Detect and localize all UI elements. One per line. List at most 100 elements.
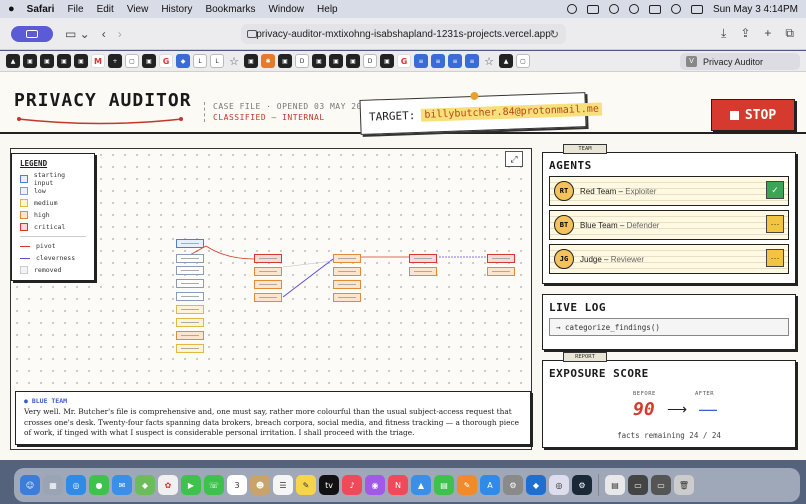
graph-node[interactable] bbox=[176, 254, 204, 263]
graph-node[interactable] bbox=[333, 293, 361, 302]
favorite-icon[interactable]: + bbox=[108, 54, 122, 68]
finder-icon[interactable]: ☺ bbox=[20, 475, 40, 495]
graph-node[interactable] bbox=[176, 331, 204, 340]
search-icon[interactable] bbox=[670, 4, 681, 14]
back-icon[interactable]: ‹ bbox=[102, 27, 106, 41]
control-center-icon[interactable] bbox=[690, 4, 703, 14]
reload-icon[interactable]: ↻ bbox=[550, 28, 559, 41]
steam-icon[interactable]: ⚙ bbox=[572, 475, 592, 495]
music-icon[interactable]: ♪ bbox=[342, 475, 362, 495]
agent-card-judge[interactable]: JG Judge – Reviewer ··· bbox=[549, 244, 789, 274]
mail-icon[interactable]: ✉ bbox=[112, 475, 132, 495]
graph-node[interactable] bbox=[176, 266, 204, 275]
favorite-icon[interactable]: ▣ bbox=[278, 54, 292, 68]
battery-icon[interactable] bbox=[648, 4, 661, 14]
safari-icon[interactable]: ◎ bbox=[66, 475, 86, 495]
favorite-icon[interactable]: ▣ bbox=[142, 54, 156, 68]
graph-node[interactable] bbox=[176, 305, 204, 314]
forward-icon[interactable]: › bbox=[118, 27, 122, 41]
favorite-icon[interactable]: ▣ bbox=[23, 54, 37, 68]
star-icon[interactable]: ☆ bbox=[227, 54, 241, 68]
docs-icon[interactable]: ≡ bbox=[448, 54, 462, 68]
menu-edit[interactable]: Edit bbox=[97, 4, 114, 15]
graph-node[interactable] bbox=[176, 279, 204, 288]
menu-bookmarks[interactable]: Bookmarks bbox=[205, 4, 255, 15]
menu-view[interactable]: View bbox=[127, 4, 149, 15]
favorite-icon[interactable]: ▣ bbox=[40, 54, 54, 68]
settings-icon[interactable]: ⚙ bbox=[503, 475, 523, 495]
graph-node[interactable] bbox=[254, 293, 282, 302]
favorite-icon[interactable]: ▲ bbox=[499, 54, 513, 68]
play-icon[interactable] bbox=[608, 4, 619, 14]
favorite-icon[interactable]: L bbox=[193, 54, 207, 68]
window-icon[interactable]: ▭ bbox=[628, 475, 648, 495]
menu-file[interactable]: File bbox=[67, 4, 83, 15]
launchpad-icon[interactable]: ▦ bbox=[43, 475, 63, 495]
agent-card-blue-team[interactable]: BT Blue Team – Defender ··· bbox=[549, 210, 789, 240]
calendar-icon[interactable]: 3 bbox=[227, 475, 247, 495]
tv-icon[interactable]: tv bbox=[319, 475, 339, 495]
messages-icon[interactable]: ● bbox=[89, 475, 109, 495]
maps-icon[interactable]: ◆ bbox=[135, 475, 155, 495]
chatgpt-icon[interactable]: ◎ bbox=[549, 475, 569, 495]
news-icon[interactable]: N bbox=[388, 475, 408, 495]
tab-group-button[interactable] bbox=[11, 25, 53, 42]
document-icon[interactable]: ▤ bbox=[605, 475, 625, 495]
new-tab-icon[interactable]: + bbox=[764, 26, 771, 41]
photos-icon[interactable]: ✿ bbox=[158, 475, 178, 495]
sidebar-toggle-icon[interactable]: ▭ ⌄ bbox=[65, 27, 90, 41]
star-icon[interactable]: ☆ bbox=[482, 54, 496, 68]
stop-button[interactable]: STOP bbox=[711, 99, 795, 131]
favorite-icon[interactable]: ▣ bbox=[244, 54, 258, 68]
apple-menu-icon[interactable]: ● bbox=[8, 3, 15, 15]
tab-overview-icon[interactable]: ⧉ bbox=[785, 26, 794, 41]
docs-icon[interactable]: ≡ bbox=[414, 54, 428, 68]
favorite-icon[interactable]: ▣ bbox=[57, 54, 71, 68]
vscode-icon[interactable]: ◆ bbox=[526, 475, 546, 495]
favorite-icon[interactable]: ▢ bbox=[516, 54, 530, 68]
facetime-icon[interactable]: ▶ bbox=[181, 475, 201, 495]
graph-node[interactable] bbox=[333, 267, 361, 276]
graph-node[interactable] bbox=[254, 254, 282, 263]
graph-node[interactable] bbox=[176, 239, 204, 248]
favorite-icon[interactable]: ▣ bbox=[380, 54, 394, 68]
docs-icon[interactable]: ≡ bbox=[431, 54, 445, 68]
notes-icon[interactable]: ✎ bbox=[296, 475, 316, 495]
graph-node[interactable] bbox=[487, 254, 515, 263]
graph-node[interactable] bbox=[333, 280, 361, 289]
gmail-icon[interactable]: M bbox=[91, 54, 105, 68]
menubar-clock[interactable]: Sun May 3 4:14PM bbox=[713, 4, 798, 15]
menu-app[interactable]: Safari bbox=[27, 4, 55, 15]
download-icon[interactable]: ⤓ bbox=[721, 26, 726, 41]
favorite-icon[interactable]: ▣ bbox=[74, 54, 88, 68]
graph-node[interactable] bbox=[176, 292, 204, 301]
podcasts-icon[interactable]: ◉ bbox=[365, 475, 385, 495]
favorite-icon[interactable]: D bbox=[295, 54, 309, 68]
cloud-icon[interactable] bbox=[586, 4, 599, 14]
address-bar[interactable]: privacy-auditor-mxtixohng-isabshapland-1… bbox=[241, 24, 566, 44]
favorite-icon[interactable]: L bbox=[210, 54, 224, 68]
graph-node[interactable] bbox=[254, 280, 282, 289]
menu-window[interactable]: Window bbox=[268, 4, 304, 15]
active-tab[interactable]: V Privacy Auditor bbox=[680, 53, 800, 70]
keynote-icon[interactable]: ▲ bbox=[411, 475, 431, 495]
status-icon[interactable] bbox=[566, 4, 577, 14]
graph-node[interactable] bbox=[254, 267, 282, 276]
graph-node[interactable] bbox=[176, 344, 204, 353]
share-icon[interactable]: ⇪ bbox=[740, 26, 750, 41]
vscode-icon[interactable]: ◆ bbox=[176, 54, 190, 68]
numbers-icon[interactable]: ▤ bbox=[434, 475, 454, 495]
menu-help[interactable]: Help bbox=[317, 4, 338, 15]
pages-icon[interactable]: ✎ bbox=[457, 475, 477, 495]
agent-card-red-team[interactable]: RT Red Team – Exploiter ✓ bbox=[549, 176, 789, 206]
investigation-graph[interactable]: LEGEND starting input low medium high cr… bbox=[10, 148, 532, 450]
graph-node[interactable] bbox=[487, 267, 515, 276]
window-icon[interactable]: ▭ bbox=[651, 475, 671, 495]
graph-node[interactable] bbox=[409, 267, 437, 276]
favorite-icon[interactable]: ✱ bbox=[261, 54, 275, 68]
contacts-icon[interactable]: ☻ bbox=[250, 475, 270, 495]
favorite-icon[interactable]: ▢ bbox=[125, 54, 139, 68]
favorite-icon[interactable]: D bbox=[363, 54, 377, 68]
graph-node[interactable] bbox=[409, 254, 437, 263]
graph-node[interactable] bbox=[333, 254, 361, 263]
